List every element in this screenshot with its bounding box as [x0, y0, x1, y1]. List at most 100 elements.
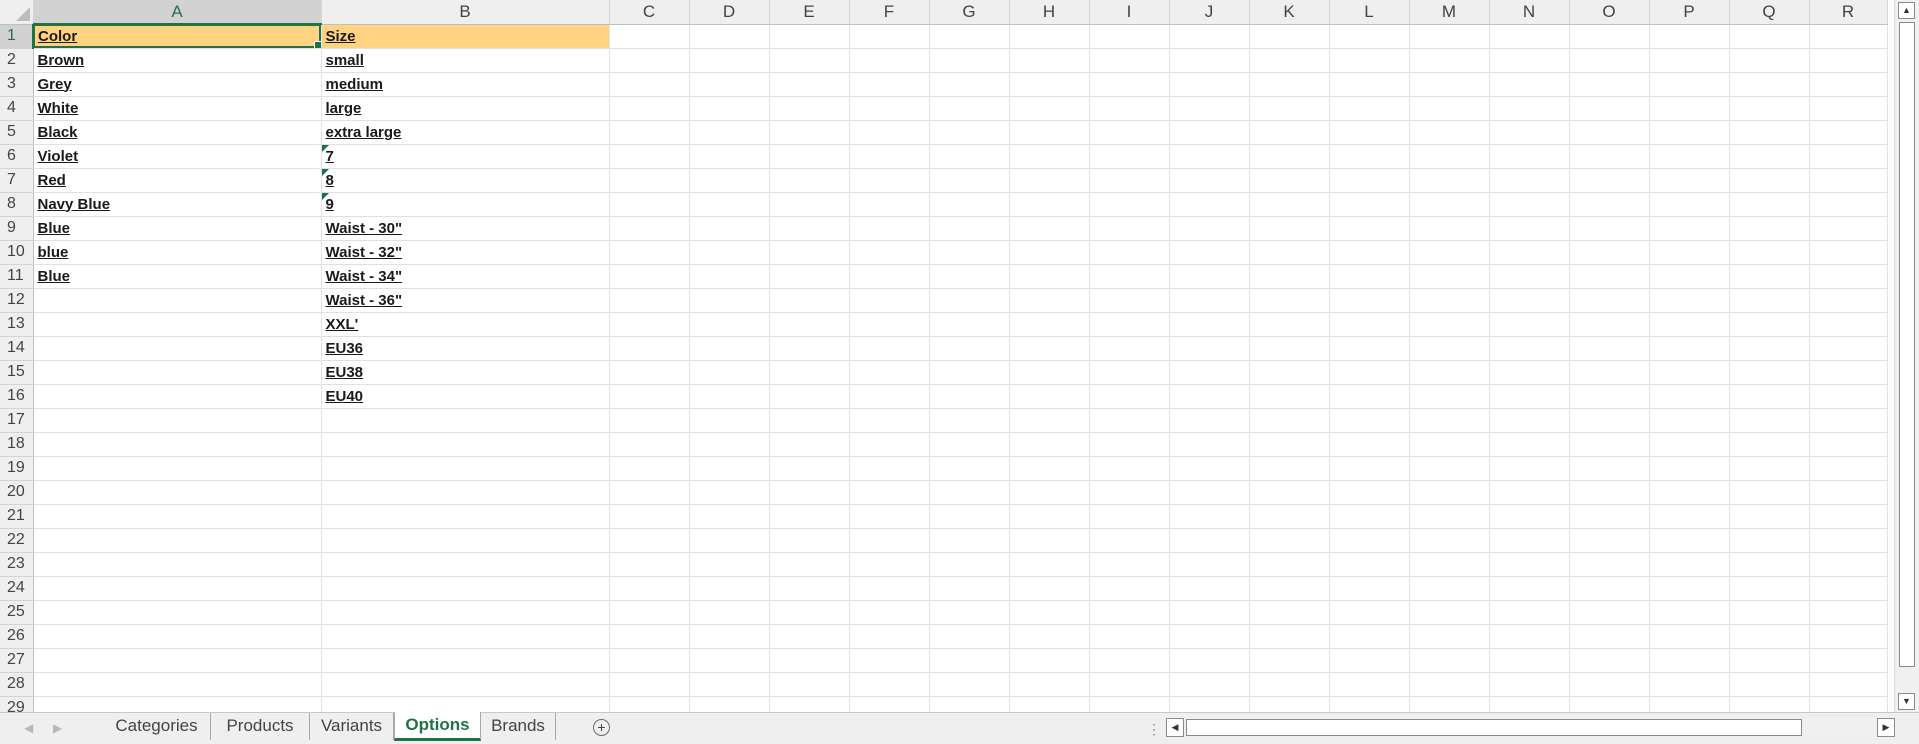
cell-d23[interactable]	[689, 552, 770, 577]
column-header-l[interactable]: L	[1329, 0, 1410, 25]
cell-f24[interactable]	[849, 576, 930, 601]
vertical-scrollbar[interactable]: ▲ ▼	[1894, 0, 1919, 712]
cell-p16[interactable]	[1649, 384, 1730, 409]
row-header-17[interactable]: 17	[0, 408, 34, 433]
cell-c5[interactable]	[609, 120, 690, 145]
cell-o23[interactable]	[1569, 552, 1650, 577]
cell-c16[interactable]	[609, 384, 690, 409]
cell-n19[interactable]	[1489, 456, 1570, 481]
cell-h22[interactable]	[1009, 528, 1090, 553]
cell-o19[interactable]	[1569, 456, 1650, 481]
cell-l22[interactable]	[1329, 528, 1410, 553]
cell-p4[interactable]	[1649, 96, 1730, 121]
cell-n22[interactable]	[1489, 528, 1570, 553]
cell-o26[interactable]	[1569, 624, 1650, 649]
cell-f19[interactable]	[849, 456, 930, 481]
cell-d9[interactable]	[689, 216, 770, 241]
cell-j17[interactable]	[1169, 408, 1250, 433]
vertical-scroll-thumb[interactable]	[1899, 22, 1915, 667]
cell-b23[interactable]	[321, 552, 610, 577]
cell-l20[interactable]	[1329, 480, 1410, 505]
cell-r19[interactable]	[1809, 456, 1888, 481]
cell-a24[interactable]	[33, 576, 322, 601]
cell-n17[interactable]	[1489, 408, 1570, 433]
cell-q25[interactable]	[1729, 600, 1810, 625]
cell-k28[interactable]	[1249, 672, 1330, 697]
cell-a7[interactable]: Red	[33, 168, 322, 193]
cell-h18[interactable]	[1009, 432, 1090, 457]
cell-o27[interactable]	[1569, 648, 1650, 673]
cell-m15[interactable]	[1409, 360, 1490, 385]
cell-a4[interactable]: White	[33, 96, 322, 121]
cell-e26[interactable]	[769, 624, 850, 649]
cell-e22[interactable]	[769, 528, 850, 553]
cell-b18[interactable]	[321, 432, 610, 457]
cell-k9[interactable]	[1249, 216, 1330, 241]
cell-e12[interactable]	[769, 288, 850, 313]
cell-a25[interactable]	[33, 600, 322, 625]
cell-d4[interactable]	[689, 96, 770, 121]
cell-o16[interactable]	[1569, 384, 1650, 409]
cell-c28[interactable]	[609, 672, 690, 697]
row-header-20[interactable]: 20	[0, 480, 34, 505]
cell-g18[interactable]	[929, 432, 1010, 457]
cell-m13[interactable]	[1409, 312, 1490, 337]
cell-o13[interactable]	[1569, 312, 1650, 337]
cell-r2[interactable]	[1809, 48, 1888, 73]
cell-h29[interactable]	[1009, 696, 1090, 712]
cell-b3[interactable]: medium	[321, 72, 610, 97]
cell-l24[interactable]	[1329, 576, 1410, 601]
cell-b6[interactable]: 7	[321, 144, 610, 169]
cell-d2[interactable]	[689, 48, 770, 73]
cell-i29[interactable]	[1089, 696, 1170, 712]
cell-i3[interactable]	[1089, 72, 1170, 97]
cell-r16[interactable]	[1809, 384, 1888, 409]
cell-f18[interactable]	[849, 432, 930, 457]
cell-n15[interactable]	[1489, 360, 1570, 385]
prev-sheet-icon[interactable]: ◀	[24, 721, 33, 735]
cell-i21[interactable]	[1089, 504, 1170, 529]
cell-r10[interactable]	[1809, 240, 1888, 265]
cell-q23[interactable]	[1729, 552, 1810, 577]
cell-h16[interactable]	[1009, 384, 1090, 409]
cell-c13[interactable]	[609, 312, 690, 337]
cell-e17[interactable]	[769, 408, 850, 433]
cell-a17[interactable]	[33, 408, 322, 433]
cell-h12[interactable]	[1009, 288, 1090, 313]
cell-c7[interactable]	[609, 168, 690, 193]
cell-e2[interactable]	[769, 48, 850, 73]
cell-h3[interactable]	[1009, 72, 1090, 97]
cell-c1[interactable]	[609, 24, 690, 49]
cell-k5[interactable]	[1249, 120, 1330, 145]
cell-m8[interactable]	[1409, 192, 1490, 217]
horizontal-scrollbar[interactable]: ◀ ▶	[1166, 718, 1895, 738]
cell-g5[interactable]	[929, 120, 1010, 145]
cell-m19[interactable]	[1409, 456, 1490, 481]
cell-q28[interactable]	[1729, 672, 1810, 697]
cell-f2[interactable]	[849, 48, 930, 73]
cell-e29[interactable]	[769, 696, 850, 712]
cell-k16[interactable]	[1249, 384, 1330, 409]
cell-b13[interactable]: XXL'	[321, 312, 610, 337]
cell-j24[interactable]	[1169, 576, 1250, 601]
cell-i11[interactable]	[1089, 264, 1170, 289]
cell-i19[interactable]	[1089, 456, 1170, 481]
cell-e8[interactable]	[769, 192, 850, 217]
cell-b15[interactable]: EU38	[321, 360, 610, 385]
cell-n12[interactable]	[1489, 288, 1570, 313]
cell-j3[interactable]	[1169, 72, 1250, 97]
cell-p2[interactable]	[1649, 48, 1730, 73]
cell-k6[interactable]	[1249, 144, 1330, 169]
cell-e16[interactable]	[769, 384, 850, 409]
cell-h9[interactable]	[1009, 216, 1090, 241]
cell-k2[interactable]	[1249, 48, 1330, 73]
cell-n13[interactable]	[1489, 312, 1570, 337]
cell-b1[interactable]: Size	[321, 24, 610, 49]
cell-g26[interactable]	[929, 624, 1010, 649]
cell-j28[interactable]	[1169, 672, 1250, 697]
cell-b10[interactable]: Waist - 32"	[321, 240, 610, 265]
cell-q27[interactable]	[1729, 648, 1810, 673]
cell-c20[interactable]	[609, 480, 690, 505]
cell-k21[interactable]	[1249, 504, 1330, 529]
cell-l17[interactable]	[1329, 408, 1410, 433]
